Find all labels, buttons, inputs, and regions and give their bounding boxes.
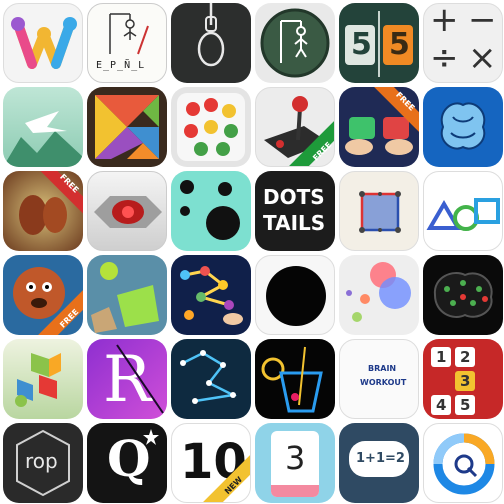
app-icon-star-lines[interactable]: [171, 339, 251, 419]
tile-number-5: 5: [460, 396, 471, 414]
app-icon-black-dots[interactable]: [171, 171, 251, 251]
app-icon-hangman-noose[interactable]: [171, 3, 251, 83]
eye-lens-icon: [94, 196, 162, 228]
app-icon-tangram[interactable]: [87, 87, 167, 167]
app-icon-hangman-chalk[interactable]: [255, 3, 335, 83]
times-symbol: ×: [468, 38, 497, 78]
tile-number-1: 1: [436, 348, 447, 366]
tile-number-4: 4: [436, 396, 447, 414]
app-icon-color-balls[interactable]: [171, 87, 251, 167]
star-icon: [143, 429, 159, 445]
app-icon-black-circle[interactable]: [255, 255, 335, 335]
app-icon-dot-connect[interactable]: [339, 171, 419, 251]
brain-icon: [440, 102, 486, 150]
app-icon-number-tiles[interactable]: 1 2 3 4 5: [423, 339, 503, 419]
app-icon-number-flip[interactable]: 5 5: [339, 3, 419, 83]
app-icon-calculator[interactable]: + − ÷ ×: [423, 3, 503, 83]
number-flip-right: 5: [389, 27, 410, 62]
bird-icon: [3, 111, 83, 167]
app-icon-neural-brain[interactable]: [423, 255, 503, 335]
shapes-icon: [426, 198, 500, 231]
hangman-circle-icon: [260, 8, 330, 78]
app-icon-quiz-q[interactable]: Q: [87, 423, 167, 503]
card-stripe: [271, 485, 319, 497]
app-icon-drink-glass[interactable]: [255, 339, 335, 419]
cubes-icon: [15, 353, 61, 407]
plus-symbol: +: [430, 3, 459, 40]
app-icon-glow-connect[interactable]: [171, 255, 251, 335]
circle-icon: [266, 266, 326, 326]
app-icon-three[interactable]: 3: [255, 423, 335, 503]
app-icon-rop[interactable]: rop: [3, 423, 83, 503]
tangram-icon: [95, 95, 159, 159]
app-icon-color-bubbles[interactable]: [339, 255, 419, 335]
app-icon-letter-r[interactable]: R: [87, 339, 167, 419]
balls-icon: [177, 93, 245, 161]
dots-tails-line2: TAILS: [263, 211, 326, 235]
tile-number-2: 2: [460, 348, 471, 366]
brain-workout-line2: WORKOUT: [360, 378, 407, 387]
divide-symbol: ÷: [430, 38, 459, 78]
app-icon-paper-toss[interactable]: [87, 255, 167, 335]
app-icon-shapes[interactable]: [423, 171, 503, 251]
bubbles-icon: [346, 262, 411, 322]
letter-w-icon: [11, 17, 77, 69]
app-icon-red-eye[interactable]: [87, 171, 167, 251]
gallows-icon: [109, 13, 149, 55]
three-label: 3: [285, 439, 306, 477]
math-bubble-label: 1+1=2: [356, 451, 405, 466]
app-icon-paper-bird[interactable]: [3, 87, 83, 167]
minus-symbol: −: [468, 3, 497, 40]
hangman-word-text: E_P_Ñ_L: [96, 60, 146, 71]
rop-label: rop: [25, 449, 58, 473]
app-icon-math-bubble[interactable]: 1+1=2: [339, 423, 419, 503]
brain-workout-line1: BRAIN: [368, 364, 397, 373]
app-icon-color-cubes[interactable]: [3, 339, 83, 419]
ring-q-icon: [433, 433, 495, 495]
app-icon-tile-swap[interactable]: FREE: [339, 87, 419, 167]
constellation-icon: [180, 350, 238, 404]
app-icon-joystick[interactable]: FREE: [255, 87, 335, 167]
app-icon-ten[interactable]: 10 NEW: [171, 423, 251, 503]
app-icon-optical-illusion[interactable]: FREE: [3, 171, 83, 251]
tile-number-3: 3: [460, 372, 471, 390]
app-icon-dots-tails[interactable]: DOTS TAILS: [255, 171, 335, 251]
app-icon-brain-workout[interactable]: BRAIN WORKOUT: [339, 339, 419, 419]
dots-tails-line1: DOTS: [263, 185, 325, 209]
app-icon-word-connect[interactable]: [3, 3, 83, 83]
brain-network-icon: [433, 272, 493, 318]
slash-line: [116, 344, 164, 414]
dots-icon: [180, 180, 240, 240]
app-icon-brain-games[interactable]: [423, 87, 503, 167]
basket-ball-icon: [91, 262, 159, 333]
app-icon-grid: E_P_Ñ_L 5 5 + − ÷ × FREE FREE FREE DOTS …: [0, 0, 504, 504]
app-icon-angry-ball[interactable]: FREE: [3, 255, 83, 335]
noose-icon: [197, 3, 225, 67]
glass-icon: [261, 346, 323, 413]
app-icon-hangman-paper[interactable]: E_P_Ñ_L: [87, 3, 167, 83]
dot-grid-icon: [359, 191, 401, 233]
app-icon-quiz-circle[interactable]: [423, 423, 503, 503]
number-flip-left: 5: [351, 27, 372, 62]
glow-nodes-icon: [180, 266, 243, 325]
